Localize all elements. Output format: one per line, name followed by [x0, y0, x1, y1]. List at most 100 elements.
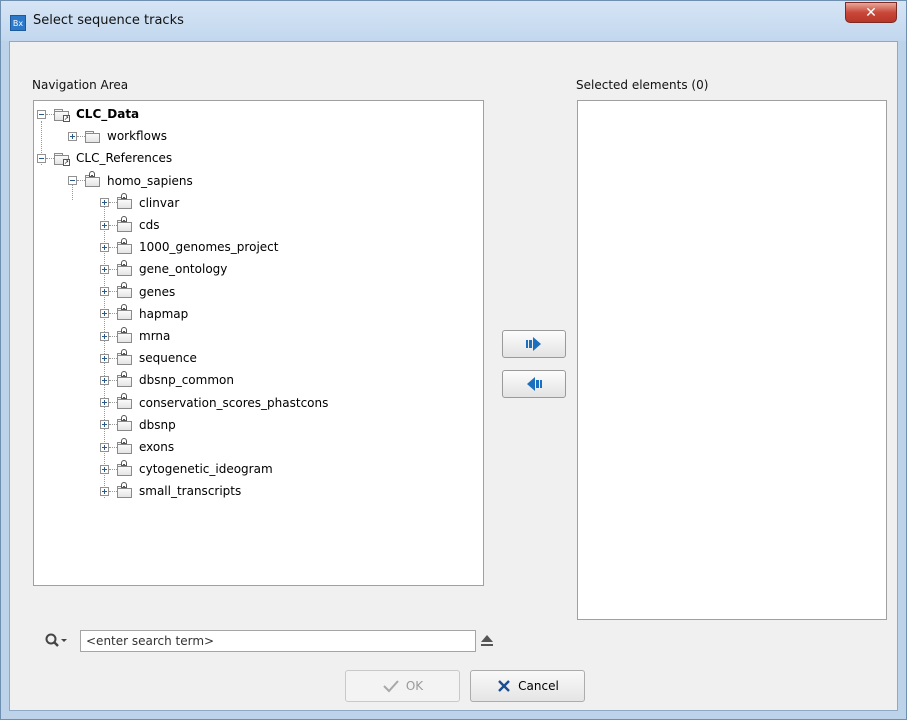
- tree-node[interactable]: hapmap: [100, 303, 188, 325]
- tree-connector: [109, 313, 117, 315]
- tree-node[interactable]: 1000_genomes_project: [100, 236, 278, 258]
- tree-node-label: homo_sapiens: [107, 173, 193, 188]
- tree-node[interactable]: cytogenetic_ideogram: [100, 458, 273, 480]
- tree-connector: [109, 268, 117, 270]
- expand-icon[interactable]: [100, 375, 109, 385]
- linked-folder-icon: ↗: [54, 152, 71, 166]
- tree-connector: [109, 468, 117, 470]
- tree-connector: [46, 157, 54, 159]
- checkmark-icon: [383, 680, 399, 693]
- tree-connector: [109, 379, 117, 381]
- selected-elements-list[interactable]: [577, 100, 887, 620]
- locked-folder-icon: [117, 437, 134, 454]
- tree-node[interactable]: mrna: [100, 325, 170, 347]
- search-input[interactable]: <enter search term>: [80, 630, 476, 652]
- close-button[interactable]: ✕: [845, 2, 897, 23]
- tree-node-label: CLC_Data: [76, 107, 140, 121]
- expand-icon[interactable]: [100, 242, 109, 252]
- expand-icon[interactable]: [100, 398, 109, 408]
- expand-icon[interactable]: [100, 353, 109, 363]
- collapse-icon[interactable]: [37, 109, 46, 119]
- dialog-window: Bx Select sequence tracks ✕ Navigation A…: [0, 0, 907, 720]
- add-to-selected-button[interactable]: [502, 330, 566, 358]
- collapse-icon[interactable]: [37, 153, 46, 163]
- expand-icon[interactable]: [100, 287, 109, 297]
- expand-icon[interactable]: [100, 220, 109, 230]
- eject-icon: [481, 635, 493, 646]
- locked-folder-icon: [117, 415, 134, 432]
- locked-folder-icon: [85, 171, 102, 188]
- cancel-button[interactable]: Cancel: [470, 670, 585, 702]
- collapse-icon[interactable]: [68, 176, 77, 186]
- linked-folder-icon: ↗: [54, 108, 71, 122]
- tree-connector: [109, 446, 117, 448]
- locked-folder-icon: [117, 282, 134, 299]
- tree-node[interactable]: workflows: [68, 125, 167, 147]
- tree-node-label: genes: [139, 284, 176, 299]
- tree-node[interactable]: genes: [100, 281, 175, 303]
- folder-icon: [85, 130, 102, 143]
- cancel-label: Cancel: [518, 679, 559, 693]
- ok-label: OK: [405, 679, 424, 693]
- tree-node-label: small_transcripts: [139, 484, 242, 499]
- tree-connector: [109, 490, 117, 492]
- ok-button[interactable]: OK: [345, 670, 460, 702]
- tree-node-label: cytogenetic_ideogram: [139, 462, 273, 477]
- tree-node[interactable]: exons: [100, 436, 174, 458]
- tree-node-label: exons: [139, 440, 175, 454]
- locked-folder-icon: [117, 304, 134, 321]
- tree-node[interactable]: small_transcripts: [100, 480, 241, 502]
- expand-icon[interactable]: [100, 331, 109, 341]
- tree-node[interactable]: homo_sapiens: [68, 170, 193, 192]
- locked-folder-icon: [117, 237, 134, 254]
- expand-icon[interactable]: [100, 420, 109, 430]
- navigation-area-label: Navigation Area: [32, 78, 129, 92]
- expand-icon[interactable]: [100, 442, 109, 452]
- tree-connector: [109, 335, 117, 337]
- tree-node-label: CLC_References: [76, 151, 173, 166]
- tree-node[interactable]: ↗ CLC_Data: [37, 103, 139, 125]
- remove-from-selected-button[interactable]: [502, 370, 566, 398]
- expand-icon[interactable]: [68, 131, 77, 141]
- expand-icon[interactable]: [100, 198, 109, 208]
- locked-folder-icon: [117, 193, 134, 210]
- tree-node-label: clinvar: [139, 195, 180, 210]
- expand-icon[interactable]: [100, 486, 109, 496]
- locked-folder-icon: [117, 370, 134, 387]
- tree-node[interactable]: gene_ontology: [100, 258, 227, 280]
- tree-connector: [109, 402, 117, 404]
- arrow-right-icon: [526, 337, 541, 351]
- tree-node[interactable]: sequence: [100, 347, 197, 369]
- tree-node-label: cds: [139, 218, 160, 232]
- tree-connector: [77, 180, 85, 182]
- selected-elements-label: Selected elements (0): [576, 78, 709, 92]
- title-bar[interactable]: Bx Select sequence tracks ✕: [1, 1, 906, 41]
- tree-connector: [109, 291, 117, 293]
- tree-connector: [109, 224, 117, 226]
- window-title: Select sequence tracks: [33, 13, 184, 28]
- eject-button[interactable]: [478, 632, 496, 650]
- locked-folder-icon: [117, 481, 134, 498]
- tree-connector: [109, 424, 117, 426]
- locked-folder-icon: [117, 459, 134, 476]
- expand-icon[interactable]: [100, 464, 109, 474]
- tree-connector: [46, 113, 54, 115]
- tree-node[interactable]: cds: [100, 214, 159, 236]
- tree-node-label: sequence: [139, 351, 197, 366]
- cancel-x-icon: [498, 680, 511, 692]
- tree-node[interactable]: ↗ CLC_References: [37, 147, 172, 169]
- expand-icon[interactable]: [100, 309, 109, 319]
- tree-node-label: 1000_genomes_project: [139, 240, 279, 255]
- navigation-tree[interactable]: ↗ CLC_Data workflows ↗ CLC_References homo_sa…: [33, 100, 484, 586]
- tree-node[interactable]: clinvar: [100, 192, 179, 214]
- tree-node[interactable]: dbsnp_common: [100, 369, 234, 391]
- tree-node[interactable]: dbsnp: [100, 414, 176, 436]
- tree-node[interactable]: conservation_scores_phastcons: [100, 392, 328, 414]
- search-options-button[interactable]: [44, 632, 74, 650]
- tree-connector: [109, 357, 117, 359]
- search-icon: [45, 633, 67, 647]
- tree-node-label: mrna: [139, 329, 171, 343]
- locked-folder-icon: [117, 393, 134, 410]
- tree-node-label: hapmap: [139, 306, 189, 321]
- expand-icon[interactable]: [100, 264, 109, 274]
